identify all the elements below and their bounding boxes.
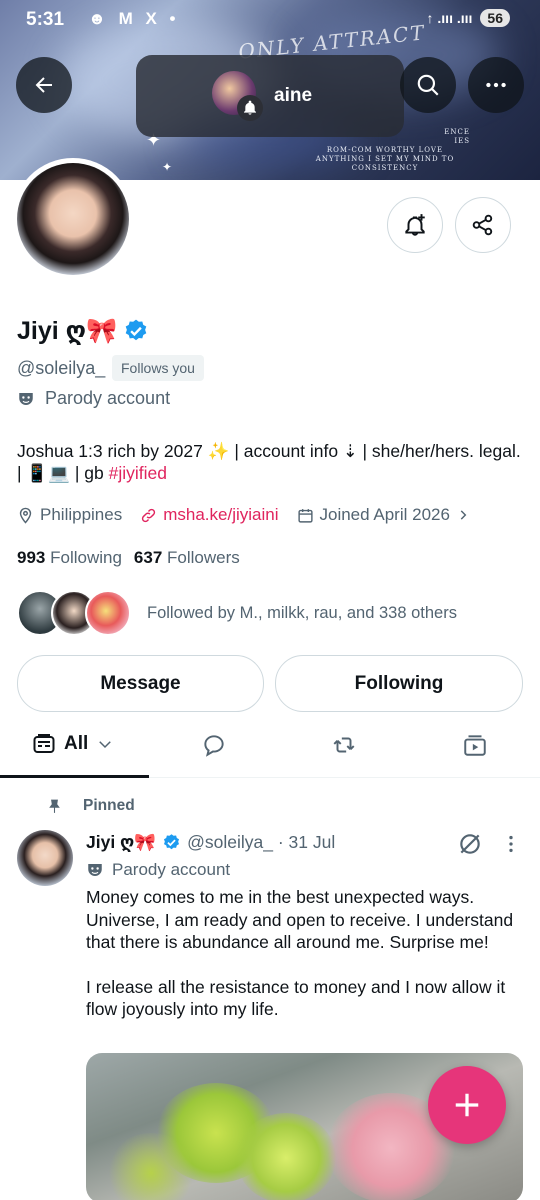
battery-icon: 56 xyxy=(480,9,510,27)
bio-text: Joshua 1:3 rich by 2027 ✨ | account info… xyxy=(17,441,521,483)
search-icon xyxy=(417,74,439,96)
status-time: 5:31 xyxy=(26,9,65,30)
tweet-handle-time: @soleilya_ · 31 Jul xyxy=(187,832,336,852)
tab-all[interactable]: All xyxy=(32,732,114,756)
mask-icon xyxy=(19,392,33,405)
joined-date[interactable]: Joined April 2026 xyxy=(297,505,470,525)
bio-hashtag-link[interactable]: #jiyified xyxy=(109,463,167,483)
calendar-icon xyxy=(297,508,313,523)
notify-button[interactable] xyxy=(387,197,443,253)
feed-icon xyxy=(33,734,55,753)
profile-tabs: All xyxy=(0,720,540,778)
sparkle-icon: ✦ xyxy=(162,160,173,174)
location: Philippines xyxy=(17,505,122,525)
profile-meta: Philippines msha.ke/jiyiaini Joined Apri… xyxy=(17,505,470,525)
status-bar: 5:31 ☻ M X • ↑ .ııı .ııı 56 xyxy=(0,0,540,40)
followed-by-text: Followed by M., milkk, rau, and 338 othe… xyxy=(147,603,457,622)
verified-badge-icon[interactable] xyxy=(123,318,149,344)
following-button[interactable]: Following xyxy=(275,655,523,712)
tweet-text[interactable]: Money comes to me in the best unexpected… xyxy=(86,886,526,1043)
tweet-parody-label: Parody account xyxy=(86,860,230,880)
display-name: Jiyi ღ🎀 xyxy=(17,317,118,345)
back-button[interactable] xyxy=(16,57,72,113)
grok-icon[interactable] xyxy=(457,831,483,857)
arrow-left-icon xyxy=(35,77,52,93)
follows-you-badge: Follows you xyxy=(112,355,204,381)
bell-plus-icon xyxy=(405,214,425,236)
tweet-more-icon[interactable] xyxy=(500,833,522,855)
pinned-label: Pinned xyxy=(46,797,135,815)
signal-icon: ↑ .ııı .ııı xyxy=(426,10,473,26)
profile-avatar[interactable] xyxy=(12,158,134,280)
search-button[interactable] xyxy=(400,57,456,113)
repost-icon xyxy=(333,737,355,753)
tab-replies[interactable] xyxy=(201,732,227,758)
verified-badge-icon xyxy=(164,834,180,850)
chevron-down-icon xyxy=(99,741,112,749)
avatar xyxy=(85,590,131,636)
media-icon xyxy=(464,735,486,756)
profile-handle: @soleilya_ xyxy=(17,358,106,378)
bell-icon xyxy=(237,95,263,121)
tweet-avatar[interactable] xyxy=(17,830,73,886)
profile-name: Jiyi ღ🎀 xyxy=(17,316,149,346)
tab-reposts[interactable] xyxy=(330,732,358,758)
followed-by[interactable]: Followed by M., milkk, rau, and 338 othe… xyxy=(17,590,457,636)
tweet-header: Jiyi ღ🎀 @soleilya_ · 31 Jul xyxy=(86,832,335,853)
more-options-button[interactable] xyxy=(468,57,524,113)
link-icon xyxy=(142,508,156,522)
parody-label: Parody account xyxy=(17,388,170,409)
header-account-pill[interactable]: aine xyxy=(136,55,404,137)
tab-media[interactable] xyxy=(462,732,488,758)
location-pin-icon xyxy=(19,507,32,524)
pill-name: aine xyxy=(274,85,313,106)
notification-icons: ☻ M X • xyxy=(88,9,180,28)
follow-counts: 993 Following 637 Followers xyxy=(17,548,240,568)
mask-icon xyxy=(88,864,102,876)
compose-button[interactable] xyxy=(428,1066,506,1144)
following-count-link[interactable]: 993 Following xyxy=(17,548,122,568)
share-button[interactable] xyxy=(455,197,511,253)
pin-icon xyxy=(49,799,60,813)
message-button[interactable]: Message xyxy=(17,655,264,712)
status-right: ↑ .ııı .ııı 56 xyxy=(427,9,510,27)
chevron-right-icon xyxy=(460,510,467,520)
followers-count-link[interactable]: 637 Followers xyxy=(134,548,240,568)
share-icon xyxy=(472,214,493,236)
active-tab-indicator xyxy=(0,775,149,778)
profile-bio: Joshua 1:3 rich by 2027 ✨ | account info… xyxy=(17,440,527,484)
more-icon xyxy=(486,82,506,88)
plus-icon xyxy=(455,1093,479,1117)
website-link[interactable]: msha.ke/jiyiaini xyxy=(140,505,279,525)
reply-icon xyxy=(204,735,224,757)
tweet-author-name[interactable]: Jiyi ღ🎀 xyxy=(86,832,156,853)
